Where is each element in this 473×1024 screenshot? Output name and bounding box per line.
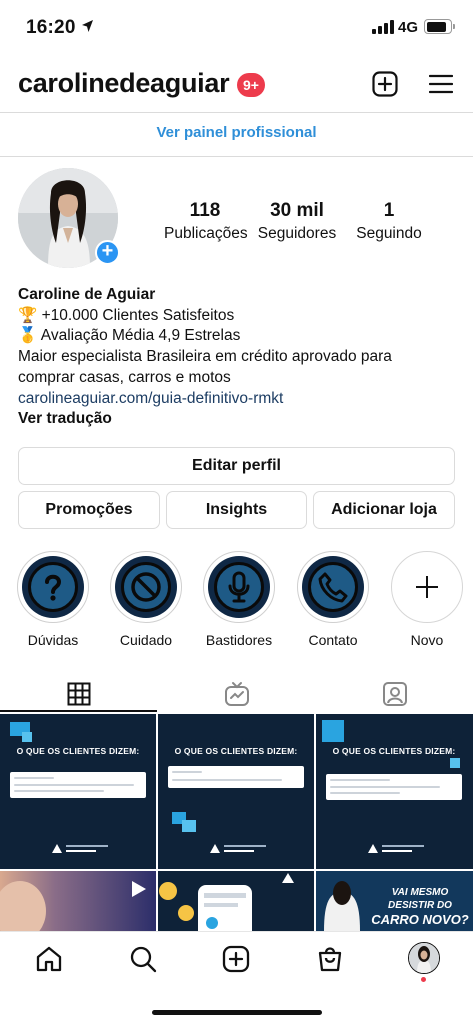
home-indicator bbox=[152, 1010, 322, 1015]
highlight-duvidas[interactable]: Dúvidas bbox=[15, 551, 91, 648]
bio-description: Maior especialista Brasileira em crédito… bbox=[18, 348, 392, 366]
following-count[interactable]: 1 Seguindo bbox=[350, 200, 428, 243]
tab-grid[interactable] bbox=[0, 673, 157, 715]
highlight-bastidores[interactable]: Bastidores bbox=[201, 551, 277, 648]
tagged-person-icon bbox=[382, 682, 407, 706]
post-title: O QUE OS CLIENTES DIZEM: bbox=[174, 746, 298, 756]
see-translation-link[interactable]: Ver tradução bbox=[18, 409, 458, 430]
status-bar: 16:20 4G bbox=[0, 0, 473, 56]
post-title: O QUE OS CLIENTES DIZEM: bbox=[332, 746, 456, 756]
review-card bbox=[326, 774, 462, 800]
network-type: 4G bbox=[398, 19, 419, 36]
highlight-contato[interactable]: Contato bbox=[295, 551, 371, 648]
shop-icon bbox=[318, 947, 342, 972]
grid-post-reel[interactable] bbox=[0, 871, 156, 931]
display-name: Caroline de Aguiar bbox=[18, 286, 156, 303]
nav-profile[interactable] bbox=[408, 942, 440, 974]
profile-avatar bbox=[409, 943, 439, 973]
grid-icon bbox=[67, 682, 90, 706]
create-icon bbox=[222, 945, 250, 973]
grid-post[interactable]: O QUE OS CLIENTES DIZEM: bbox=[158, 714, 314, 869]
highlight-novo[interactable]: Novo bbox=[389, 551, 465, 648]
highlight-cuidado[interactable]: Cuidado bbox=[108, 551, 184, 648]
signal-icon bbox=[372, 20, 394, 34]
hamburger-menu-icon[interactable] bbox=[429, 73, 453, 95]
brand-logo bbox=[368, 844, 424, 853]
grid-post[interactable]: VAI MESMO DESISTIR DO CARRO NOVO? bbox=[316, 871, 473, 931]
phone-icon bbox=[318, 572, 348, 603]
followers-count[interactable]: 30 mil Seguidores bbox=[254, 200, 340, 243]
bio-line-rating: 🥇 Avaliação Média 4,9 Estrelas bbox=[18, 327, 241, 345]
status-time: 16:20 bbox=[26, 17, 76, 38]
add-story-button[interactable]: + bbox=[95, 240, 120, 265]
plus-icon bbox=[416, 576, 438, 598]
post-caption: VAI MESMO DESISTIR DO bbox=[388, 887, 452, 911]
edit-profile-button[interactable]: Editar perfil bbox=[18, 447, 455, 485]
review-card bbox=[168, 766, 304, 788]
review-card bbox=[10, 772, 146, 798]
professional-dashboard-link[interactable]: Ver painel profissional bbox=[0, 124, 473, 141]
divider bbox=[0, 156, 473, 157]
nav-home[interactable] bbox=[34, 944, 64, 974]
search-icon bbox=[130, 946, 157, 973]
bio-link[interactable]: carolineaguiar.com/guia-definitivo-rmkt bbox=[18, 389, 458, 410]
home-icon bbox=[36, 946, 62, 972]
active-tab-indicator bbox=[0, 710, 157, 712]
trophy-icon: 🏆 bbox=[18, 306, 38, 324]
bio-description: comprar casas, carros e motos bbox=[18, 368, 231, 386]
plus-square-icon[interactable] bbox=[372, 71, 398, 97]
notification-dot bbox=[421, 977, 426, 982]
promotions-button[interactable]: Promoções bbox=[18, 491, 160, 529]
brand-logo bbox=[210, 844, 266, 853]
question-icon bbox=[45, 574, 62, 601]
insights-button[interactable]: Insights bbox=[166, 491, 307, 529]
post-caption: CARRO NOVO? bbox=[371, 912, 469, 927]
nav-search[interactable] bbox=[128, 944, 158, 974]
brand-logo bbox=[52, 844, 108, 853]
nav-shop[interactable] bbox=[315, 944, 345, 974]
notification-badge[interactable]: 9+ bbox=[237, 73, 265, 97]
nav-create[interactable] bbox=[221, 944, 251, 974]
medal-icon: 🥇 bbox=[18, 327, 38, 345]
bio-line-clients: 🏆 +10.000 Clientes Satisfeitos bbox=[18, 306, 235, 324]
grid-post[interactable]: O QUE OS CLIENTES DIZEM: bbox=[0, 714, 156, 869]
grid-post[interactable] bbox=[158, 871, 314, 931]
location-arrow-icon bbox=[82, 20, 93, 32]
profile-header: carolinedeaguiar 9+ bbox=[0, 60, 473, 110]
add-shop-button[interactable]: Adicionar loja bbox=[313, 491, 455, 529]
reel-play-icon bbox=[132, 881, 146, 897]
grid-post[interactable]: O QUE OS CLIENTES DIZEM: bbox=[316, 714, 473, 869]
battery-icon bbox=[424, 19, 452, 34]
divider bbox=[0, 112, 473, 113]
post-title: O QUE OS CLIENTES DIZEM: bbox=[16, 746, 140, 756]
reels-tv-icon bbox=[224, 682, 249, 706]
tab-reels[interactable] bbox=[158, 673, 315, 715]
username[interactable]: carolinedeaguiar bbox=[18, 68, 230, 99]
profile-bio: Caroline de Aguiar 🏆 +10.000 Clientes Sa… bbox=[18, 285, 458, 430]
posts-count[interactable]: 118 Publicações bbox=[164, 200, 248, 243]
tab-tagged[interactable] bbox=[316, 673, 473, 715]
prohibited-icon bbox=[131, 572, 161, 602]
microphone-icon bbox=[228, 571, 250, 603]
